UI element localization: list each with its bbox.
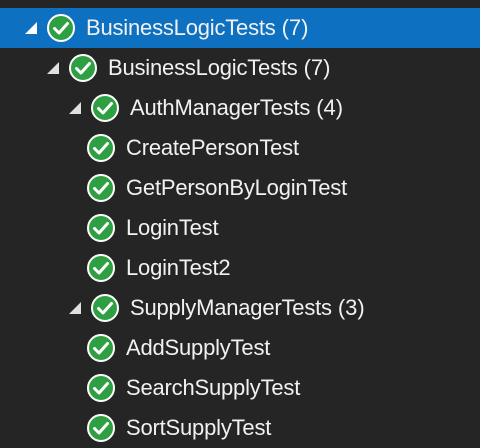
passed-check-icon — [86, 373, 116, 403]
test-count: (7) — [303, 55, 331, 80]
passed-check-icon — [90, 93, 120, 123]
passed-check-icon — [86, 173, 116, 203]
passed-check-icon — [86, 333, 116, 363]
tree-node-test[interactable]: SearchSupplyTest — [0, 368, 480, 408]
passed-check-icon — [86, 133, 116, 163]
test-name: LoginTest — [126, 215, 219, 240]
passed-check-icon — [86, 413, 116, 443]
test-count: (7) — [281, 15, 309, 40]
tree-node-test[interactable]: AddSupplyTest — [0, 328, 480, 368]
expanded-triangle-icon[interactable] — [66, 299, 84, 317]
test-count: (3) — [337, 295, 365, 320]
test-name: AddSupplyTest — [126, 335, 271, 360]
tree-node-label: BusinessLogicTests — [108, 55, 298, 80]
test-explorer-tree: BusinessLogicTests (7) BusinessLogicTest… — [0, 0, 480, 448]
tree-node-test[interactable]: LoginTest — [0, 208, 480, 248]
tree-node-project[interactable]: BusinessLogicTests (7) — [0, 48, 480, 88]
test-name: GetPersonByLoginTest — [126, 175, 348, 200]
expanded-triangle-icon[interactable] — [22, 19, 40, 37]
tree-node-test[interactable]: CreatePersonTest — [0, 128, 480, 168]
test-count: (4) — [316, 95, 344, 120]
tree-node-label: SupplyManagerTests — [130, 295, 332, 320]
passed-check-icon — [86, 213, 116, 243]
tree-node-test[interactable]: LoginTest2 — [0, 248, 480, 288]
expanded-triangle-icon[interactable] — [66, 99, 84, 117]
test-name: CreatePersonTest — [126, 135, 299, 160]
test-name: LoginTest2 — [126, 255, 231, 280]
tree-node-label: AuthManagerTests — [130, 95, 311, 120]
passed-check-icon — [46, 13, 76, 43]
passed-check-icon — [86, 253, 116, 283]
tree-node-test[interactable]: GetPersonByLoginTest — [0, 168, 480, 208]
expanded-triangle-icon[interactable] — [44, 59, 62, 77]
tree-node-label: BusinessLogicTests — [86, 15, 276, 40]
passed-check-icon — [68, 53, 98, 83]
tree-node-test[interactable]: SortSupplyTest — [0, 408, 480, 448]
tree-node-supply-manager-tests[interactable]: SupplyManagerTests (3) — [0, 288, 480, 328]
passed-check-icon — [90, 293, 120, 323]
test-name: SearchSupplyTest — [126, 375, 301, 400]
test-name: SortSupplyTest — [126, 415, 272, 440]
tree-node-root[interactable]: BusinessLogicTests (7) — [0, 8, 480, 48]
tree-node-auth-manager-tests[interactable]: AuthManagerTests (4) — [0, 88, 480, 128]
